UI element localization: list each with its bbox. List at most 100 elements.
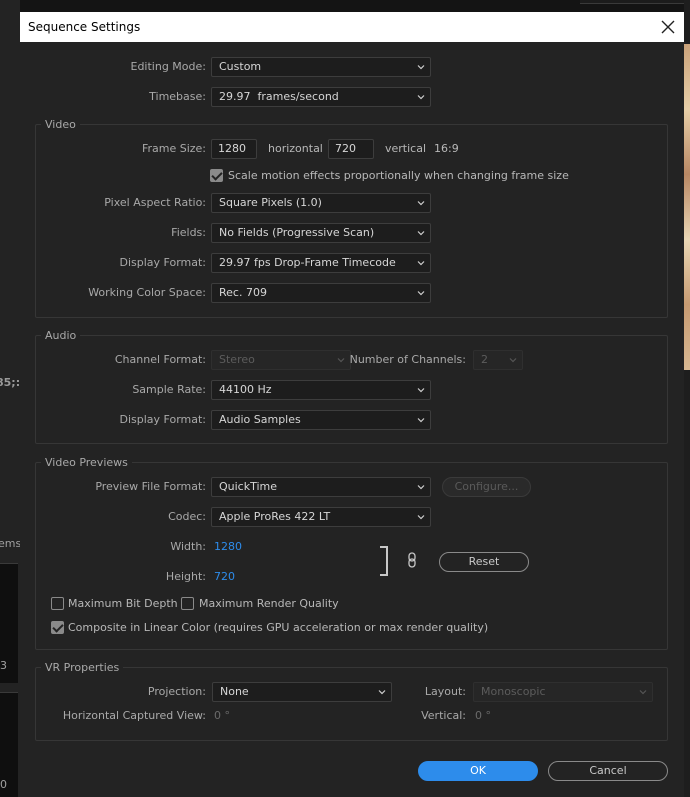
- layout-select[interactable]: Monoscopic: [473, 682, 653, 702]
- background-fragment: 3: [0, 659, 7, 672]
- editing-mode-label: Editing Mode:: [130, 60, 207, 73]
- pixel-aspect-label: Pixel Aspect Ratio:: [104, 196, 206, 209]
- preview-height-label: Height:: [165, 570, 206, 583]
- link-bracket: [380, 546, 388, 576]
- chevron-down-icon: [378, 688, 386, 696]
- configure-button[interactable]: Configure...: [442, 477, 531, 497]
- editing-mode-select[interactable]: Custom: [211, 57, 431, 77]
- cancel-button[interactable]: Cancel: [548, 761, 668, 781]
- codec-value: Apple ProRes 422 LT: [219, 510, 331, 523]
- background-top-strip: [20, 0, 684, 12]
- audio-display-format-select[interactable]: Audio Samples: [211, 410, 431, 430]
- chain-link-icon[interactable]: [406, 552, 418, 571]
- composite-linear-label: Composite in Linear Color (requires GPU …: [68, 621, 489, 634]
- timebase-label: Timebase:: [149, 90, 206, 103]
- horizontal-label: horizontal: [268, 142, 323, 155]
- reset-button[interactable]: Reset: [439, 552, 529, 572]
- video-previews-group-title: Video Previews: [41, 456, 132, 469]
- layout-value: Monoscopic: [481, 685, 546, 698]
- close-icon: [661, 20, 675, 34]
- sample-rate-select[interactable]: 44100 Hz: [211, 380, 431, 400]
- close-button[interactable]: [656, 15, 680, 39]
- number-of-channels-value: 2: [481, 353, 488, 366]
- chevron-down-icon: [417, 63, 425, 71]
- chevron-down-icon: [337, 356, 345, 364]
- horizontal-captured-view-label: Horizontal Captured View:: [62, 709, 206, 722]
- preview-height-value[interactable]: 720: [214, 570, 235, 583]
- background-left-strip: 85;: ems 3 0: [0, 0, 21, 797]
- audio-display-format-value: Audio Samples: [219, 413, 301, 426]
- aspect-ratio-text: 16:9: [434, 142, 459, 155]
- chevron-down-icon: [417, 513, 425, 521]
- chevron-down-icon: [417, 483, 425, 491]
- projection-label: Projection:: [147, 685, 206, 698]
- fields-label: Fields:: [171, 226, 206, 239]
- codec-select[interactable]: Apple ProRes 422 LT: [211, 507, 431, 527]
- preview-file-format-value: QuickTime: [219, 480, 278, 493]
- composite-linear-checkbox[interactable]: [51, 621, 64, 634]
- sample-rate-label: Sample Rate:: [132, 383, 206, 396]
- codec-label: Codec:: [168, 510, 206, 523]
- sequence-settings-dialog: Sequence Settings Editing Mode: Custom T…: [20, 12, 684, 797]
- preview-file-format-select[interactable]: QuickTime: [211, 477, 431, 497]
- chevron-down-icon: [417, 259, 425, 267]
- horizontal-captured-view-value[interactable]: 0 °: [214, 709, 230, 722]
- fields-select[interactable]: No Fields (Progressive Scan): [211, 223, 431, 243]
- working-color-space-select[interactable]: Rec. 709: [211, 283, 431, 303]
- timebase-value: 29.97 frames/second: [219, 90, 339, 103]
- video-display-format-value: 29.97 fps Drop-Frame Timecode: [219, 256, 396, 269]
- channel-format-select[interactable]: Stereo: [211, 350, 351, 370]
- max-bit-depth-label: Maximum Bit Depth: [68, 597, 178, 610]
- editing-mode-value: Custom: [219, 60, 262, 73]
- scale-motion-label: Scale motion effects proportionally when…: [228, 169, 569, 182]
- chevron-down-icon: [417, 289, 425, 297]
- channel-format-value: Stereo: [219, 353, 255, 366]
- frame-width-field[interactable]: 1280: [211, 139, 257, 159]
- frame-height-field[interactable]: 720: [328, 139, 374, 159]
- timebase-select[interactable]: 29.97 frames/second: [211, 87, 431, 107]
- projection-value: None: [220, 685, 249, 698]
- number-of-channels-label: Number of Channels:: [349, 353, 466, 366]
- chevron-down-icon: [417, 416, 425, 424]
- vr-properties-group-title: VR Properties: [41, 661, 124, 674]
- chevron-down-icon: [417, 199, 425, 207]
- vr-properties-group: [35, 667, 668, 741]
- fields-value: No Fields (Progressive Scan): [219, 226, 375, 239]
- preview-width-value[interactable]: 1280: [214, 540, 242, 553]
- max-render-quality-label: Maximum Render Quality: [199, 597, 339, 610]
- chevron-down-icon: [509, 356, 517, 364]
- video-display-format-label: Display Format:: [119, 256, 206, 269]
- layout-label: Layout:: [424, 685, 466, 698]
- chevron-down-icon: [417, 386, 425, 394]
- pixel-aspect-value: Square Pixels (1.0): [219, 196, 322, 209]
- audio-group-title: Audio: [41, 329, 81, 342]
- ok-button[interactable]: OK: [418, 761, 538, 781]
- vertical-label: vertical: [385, 142, 427, 155]
- background-right-strip: [684, 0, 690, 797]
- preview-file-format-label: Preview File Format:: [95, 480, 206, 493]
- number-of-channels-select[interactable]: 2: [473, 350, 523, 370]
- chevron-down-icon: [639, 688, 647, 696]
- working-color-space-label: Working Color Space:: [88, 286, 206, 299]
- dialog-title: Sequence Settings: [28, 20, 141, 34]
- background-fragment: 0: [0, 778, 7, 791]
- title-bar: Sequence Settings: [20, 12, 684, 42]
- chevron-down-icon: [417, 229, 425, 237]
- background-fragment: 85;:: [0, 376, 21, 389]
- projection-select[interactable]: None: [212, 682, 392, 702]
- preview-width-label: Width:: [170, 540, 206, 553]
- background-panel-edge: [580, 0, 684, 4]
- vertical-view-label: Vertical:: [421, 709, 466, 722]
- sample-rate-value: 44100 Hz: [219, 383, 272, 396]
- video-display-format-select[interactable]: 29.97 fps Drop-Frame Timecode: [211, 253, 431, 273]
- channel-format-label: Channel Format:: [114, 353, 206, 366]
- video-group-title: Video: [41, 118, 80, 131]
- max-render-quality-checkbox[interactable]: [181, 597, 194, 610]
- vertical-view-value[interactable]: 0 °: [475, 709, 491, 722]
- pixel-aspect-select[interactable]: Square Pixels (1.0): [211, 193, 431, 213]
- working-color-space-value: Rec. 709: [219, 286, 267, 299]
- max-bit-depth-checkbox[interactable]: [51, 597, 64, 610]
- scale-motion-checkbox[interactable]: [210, 169, 223, 182]
- background-thumbnail: [684, 44, 690, 370]
- audio-display-format-label: Display Format:: [119, 413, 206, 426]
